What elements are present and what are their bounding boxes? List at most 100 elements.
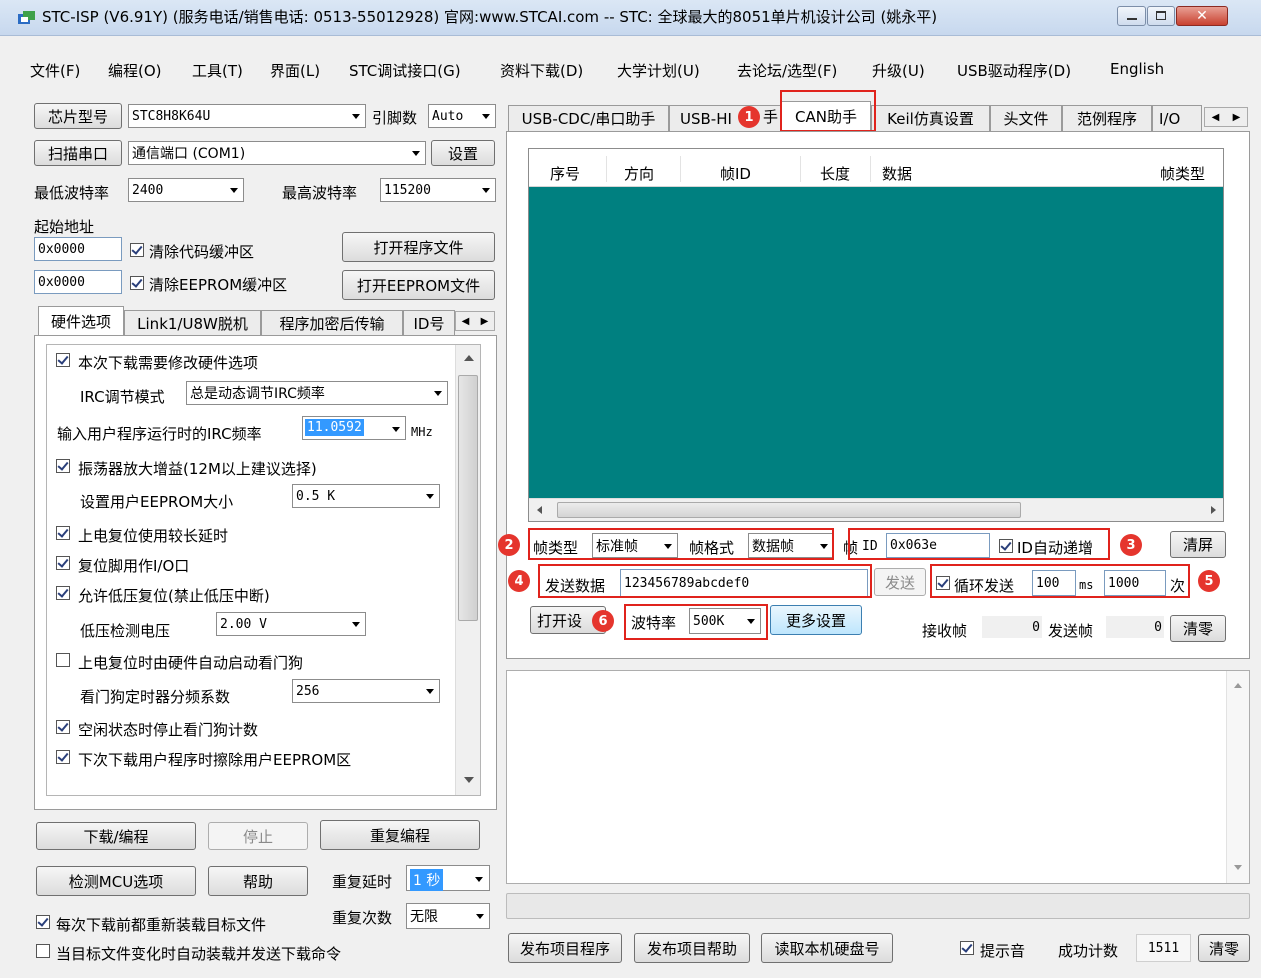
tab-io[interactable]: I/O — [1152, 105, 1202, 131]
menu-usb-driver[interactable]: USB驱动程序(D) — [957, 60, 1071, 81]
modify-hw-checkbox[interactable] — [56, 353, 70, 367]
code-address-input[interactable]: 0x0000 — [34, 237, 122, 261]
recv-frames-label: 接收帧 — [922, 622, 968, 640]
wdt-div-select[interactable]: 256 — [292, 679, 440, 703]
detect-mcu-button[interactable]: 检测MCU选项 — [36, 866, 196, 896]
publish-program-button[interactable]: 发布项目程序 — [508, 933, 622, 963]
irc-freq-unit: MHz — [411, 425, 433, 439]
repeat-count-select[interactable]: 无限 — [406, 903, 490, 929]
clear-eeprom-checkbox[interactable] — [130, 276, 144, 290]
stop-button[interactable]: 停止 — [208, 822, 308, 850]
send-button[interactable]: 发送 — [874, 568, 926, 596]
column-frame-type[interactable]: 帧类型 — [1160, 163, 1205, 184]
pin-count-select[interactable]: Auto — [428, 104, 496, 128]
eeprom-size-select[interactable]: 0.5 K — [292, 484, 440, 508]
hscroll-right-icon[interactable] — [1211, 506, 1216, 514]
download-program-button[interactable]: 下载/编程 — [36, 822, 196, 850]
menu-english[interactable]: English — [1110, 60, 1164, 78]
open-eeprom-button[interactable]: 打开EEPROM文件 — [342, 270, 495, 300]
menu-file[interactable]: 文件(F) — [30, 60, 80, 81]
scan-port-button[interactable]: 扫描串口 — [34, 140, 122, 166]
eeprom-address-input[interactable]: 0x0000 — [34, 270, 122, 294]
scroll-down-icon[interactable] — [464, 777, 474, 783]
tab-link1[interactable]: Link1/U8W脱机 — [124, 310, 261, 336]
scroll-thumb[interactable] — [458, 375, 478, 621]
reload-each-checkbox[interactable] — [36, 915, 50, 929]
clear-code-label: 清除代码缓冲区 — [149, 243, 255, 261]
close-button[interactable]: ✕ — [1176, 6, 1228, 26]
auto-reload-checkbox[interactable] — [36, 944, 50, 958]
clear-code-checkbox[interactable] — [130, 243, 144, 257]
reprogram-button[interactable]: 重复编程 — [320, 820, 480, 850]
reload-each-label: 每次下载前都重新装载目标文件 — [56, 916, 267, 934]
log-scrollbar[interactable] — [1226, 671, 1249, 883]
menu-program[interactable]: 编程(O) — [108, 60, 162, 81]
port-select[interactable]: 通信端口 (COM1) — [128, 141, 426, 165]
lvr-checkbox[interactable] — [56, 586, 70, 600]
more-settings-button[interactable]: 更多设置 — [770, 605, 862, 635]
clear-screen-button[interactable]: 清屏 — [1170, 531, 1226, 558]
lvd-select[interactable]: 2.00 V — [216, 612, 366, 636]
scroll-left-icon[interactable]: ◀ — [1212, 112, 1220, 123]
osc-gain-checkbox[interactable] — [56, 459, 70, 473]
beep-checkbox[interactable] — [960, 941, 974, 955]
right-tab-scroll-buttons[interactable]: ◀ ▶ — [1204, 107, 1248, 127]
column-data[interactable]: 数据 — [882, 163, 912, 184]
options-scrollbar[interactable] — [455, 345, 480, 795]
irc-freq-label: 输入用户程序运行时的IRC频率 — [57, 425, 262, 443]
menu-upgrade[interactable]: 升级(U) — [872, 60, 925, 81]
help-button[interactable]: 帮助 — [208, 866, 308, 896]
open-program-button[interactable]: 打开程序文件 — [342, 232, 495, 262]
minimize-button[interactable] — [1117, 6, 1146, 26]
column-direction[interactable]: 方向 — [624, 163, 654, 184]
log-scroll-up-icon[interactable] — [1234, 683, 1242, 688]
tab-hardware-options[interactable]: 硬件选项 — [38, 306, 124, 336]
tab-keil-settings[interactable]: Keil仿真设置 — [871, 105, 990, 131]
menu-interface[interactable]: 界面(L) — [270, 60, 320, 81]
hscroll-thumb[interactable] — [557, 502, 1021, 518]
menu-debug[interactable]: STC调试接口(G) — [349, 60, 461, 81]
log-area[interactable] — [506, 670, 1250, 884]
erase-eeprom-checkbox[interactable] — [56, 750, 70, 764]
menu-forum[interactable]: 去论坛/选型(F) — [737, 60, 837, 81]
column-length[interactable]: 长度 — [820, 163, 850, 184]
reset-counts-button[interactable]: 清零 — [1170, 615, 1226, 642]
min-baud-select[interactable]: 2400 — [128, 178, 244, 202]
hscroll-left-icon[interactable] — [537, 506, 542, 514]
max-baud-select[interactable]: 115200 — [380, 178, 496, 202]
app-icon — [18, 11, 35, 26]
menu-downloads[interactable]: 资料下载(D) — [500, 60, 583, 81]
tab-examples[interactable]: 范例程序 — [1062, 105, 1152, 131]
frame-list-hscrollbar[interactable] — [529, 498, 1223, 521]
log-scroll-down-icon[interactable] — [1234, 865, 1242, 870]
success-clear-button[interactable]: 清零 — [1198, 934, 1250, 962]
column-index[interactable]: 序号 — [550, 163, 580, 184]
success-count-label: 成功计数 — [1058, 942, 1119, 960]
badge-6: 6 — [592, 610, 614, 632]
idle-wdt-checkbox[interactable] — [56, 720, 70, 734]
scroll-right-icon[interactable]: ▶ — [481, 316, 489, 327]
tab-encrypted-transfer[interactable]: 程序加密后传输 — [261, 310, 403, 336]
chip-model-select[interactable]: STC8H8K64U — [128, 104, 366, 128]
maximize-button[interactable] — [1147, 6, 1175, 26]
scroll-left-icon[interactable]: ◀ — [462, 316, 470, 327]
port-settings-button[interactable]: 设置 — [431, 140, 495, 166]
long-reset-checkbox[interactable] — [56, 526, 70, 540]
scroll-up-icon[interactable] — [464, 355, 474, 361]
tab-header-file[interactable]: 头文件 — [990, 105, 1062, 131]
chip-model-button[interactable]: 芯片型号 — [34, 103, 122, 129]
irc-mode-select[interactable]: 总是动态调节IRC频率 — [186, 381, 448, 405]
column-frame-id[interactable]: 帧ID — [720, 163, 751, 184]
read-hdd-button[interactable]: 读取本机硬盘号 — [761, 933, 893, 963]
wdt-auto-checkbox[interactable] — [56, 653, 70, 667]
scroll-right-icon[interactable]: ▶ — [1233, 112, 1241, 123]
tab-usb-cdc[interactable]: USB-CDC/串口助手 — [508, 105, 669, 131]
repeat-delay-select[interactable]: 1 秒 — [406, 865, 490, 891]
reset-io-checkbox[interactable] — [56, 556, 70, 570]
publish-help-button[interactable]: 发布项目帮助 — [634, 933, 750, 963]
menu-university[interactable]: 大学计划(U) — [617, 60, 700, 81]
menu-tools[interactable]: 工具(T) — [192, 60, 243, 81]
irc-freq-combo[interactable]: 11.0592 — [302, 416, 406, 440]
tab-id[interactable]: ID号 — [403, 310, 455, 336]
tab-scroll-buttons[interactable]: ◀ ▶ — [455, 311, 495, 331]
